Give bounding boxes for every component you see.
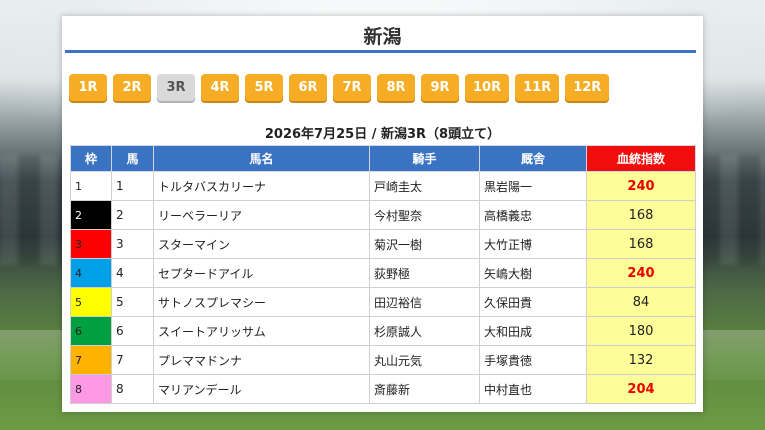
venue-title: 新潟 <box>363 26 402 48</box>
waku-cell: 1 <box>70 171 112 201</box>
race-heading: 2026年7月25日 / 新潟3R（8頭立て） <box>264 127 501 142</box>
trainer-cell: 矢嶋大樹 <box>479 258 587 288</box>
horse-number-cell: 3 <box>111 229 154 259</box>
horse-name-cell: サトノスプレマシー <box>153 287 370 317</box>
jockey-cell: 戸崎圭太 <box>369 171 480 201</box>
table-row: 4 4 セプタードアイル 荻野極 矢嶋大樹 240 <box>70 258 696 288</box>
waku-cell: 4 <box>70 258 112 288</box>
waku-cell: 2 <box>70 200 112 230</box>
jockey-cell: 丸山元気 <box>369 345 480 375</box>
bloodline-index-cell: 168 <box>586 200 696 230</box>
col-header-waku: 枠 <box>70 145 112 172</box>
bloodline-index-cell: 240 <box>586 258 696 288</box>
waku-cell: 7 <box>70 345 112 375</box>
waku-cell: 5 <box>70 287 112 317</box>
bloodline-index-cell: 180 <box>586 316 696 346</box>
horse-number-cell: 5 <box>111 287 154 317</box>
trainer-cell: 中村直也 <box>479 374 587 404</box>
race-tab-2r[interactable]: 2R <box>113 74 151 101</box>
race-tab-8r[interactable]: 8R <box>377 74 415 101</box>
bloodline-index-cell: 204 <box>586 374 696 404</box>
horse-number-cell: 6 <box>111 316 154 346</box>
horse-number-cell: 8 <box>111 374 154 404</box>
trainer-cell: 大和田成 <box>479 316 587 346</box>
table-row: 1 1 トルタバスカリーナ 戸崎圭太 黒岩陽一 240 <box>70 171 696 201</box>
race-tab-5r[interactable]: 5R <box>245 74 283 101</box>
race-tab-6r[interactable]: 6R <box>289 74 327 101</box>
table-row: 7 7 プレママドンナ 丸山元気 手塚貴徳 132 <box>70 345 696 375</box>
table-row: 2 2 リーベラーリア 今村聖奈 高橋義忠 168 <box>70 200 696 230</box>
race-tab-12r[interactable]: 12R <box>565 74 610 101</box>
race-tabs: 1R 2R 3R 4R 5R 6R 7R 8R 9R 10R 11R 12R <box>69 74 610 101</box>
bloodline-index-cell: 84 <box>586 287 696 317</box>
jockey-cell: 荻野極 <box>369 258 480 288</box>
horse-number-cell: 2 <box>111 200 154 230</box>
waku-cell: 3 <box>70 229 112 259</box>
horse-name-cell: トルタバスカリーナ <box>153 171 370 201</box>
jockey-cell: 斎藤新 <box>369 374 480 404</box>
race-panel: 新潟 1R 2R 3R 4R 5R 6R 7R 8R 9R 10R 11R 12R 2026年7月25… <box>62 16 703 412</box>
race-tab-1r[interactable]: 1R <box>69 74 107 101</box>
jockey-cell: 杉原誠人 <box>369 316 480 346</box>
trainer-cell: 手塚貴徳 <box>479 345 587 375</box>
race-tab-3r[interactable]: 3R <box>157 74 195 101</box>
table-row: 8 8 マリアンデール 斎藤新 中村直也 204 <box>70 374 696 404</box>
horse-number-cell: 1 <box>111 171 154 201</box>
trainer-cell: 大竹正博 <box>479 229 587 259</box>
table-header-row: 枠 馬 馬名 騎手 厩舎 血統指数 <box>70 145 696 172</box>
title-divider <box>65 50 696 53</box>
horse-name-cell: マリアンデール <box>153 374 370 404</box>
col-header-trainer: 厩舎 <box>479 145 587 172</box>
jockey-cell: 今村聖奈 <box>369 200 480 230</box>
horse-name-cell: セプタードアイル <box>153 258 370 288</box>
col-header-bloodline-index: 血統指数 <box>586 145 696 172</box>
trainer-cell: 久保田貴 <box>479 287 587 317</box>
entries-table: 枠 馬 馬名 騎手 厩舎 血統指数 1 1 トルタバスカリーナ 戸崎圭太 黒岩陽一 240… <box>70 145 696 404</box>
waku-cell: 6 <box>70 316 112 346</box>
table-row: 6 6 スイートアリッサム 杉原誠人 大和田成 180 <box>70 316 696 346</box>
waku-cell: 8 <box>70 374 112 404</box>
bloodline-index-cell: 168 <box>586 229 696 259</box>
jockey-cell: 菊沢一樹 <box>369 229 480 259</box>
race-tab-11r[interactable]: 11R <box>515 74 560 101</box>
horse-name-cell: プレママドンナ <box>153 345 370 375</box>
horse-name-cell: リーベラーリア <box>153 200 370 230</box>
trainer-cell: 高橋義忠 <box>479 200 587 230</box>
race-tab-10r[interactable]: 10R <box>465 74 510 101</box>
horse-number-cell: 4 <box>111 258 154 288</box>
bloodline-index-cell: 132 <box>586 345 696 375</box>
race-tab-7r[interactable]: 7R <box>333 74 371 101</box>
trainer-cell: 黒岩陽一 <box>479 171 587 201</box>
race-tab-4r[interactable]: 4R <box>201 74 239 101</box>
bloodline-index-cell: 240 <box>586 171 696 201</box>
col-header-jockey: 騎手 <box>369 145 480 172</box>
horse-number-cell: 7 <box>111 345 154 375</box>
table-row: 3 3 スターマイン 菊沢一樹 大竹正博 168 <box>70 229 696 259</box>
col-header-name: 馬名 <box>153 145 370 172</box>
race-tab-9r[interactable]: 9R <box>421 74 459 101</box>
col-header-uma: 馬 <box>111 145 154 172</box>
horse-name-cell: スターマイン <box>153 229 370 259</box>
horse-name-cell: スイートアリッサム <box>153 316 370 346</box>
table-row: 5 5 サトノスプレマシー 田辺裕信 久保田貴 84 <box>70 287 696 317</box>
jockey-cell: 田辺裕信 <box>369 287 480 317</box>
